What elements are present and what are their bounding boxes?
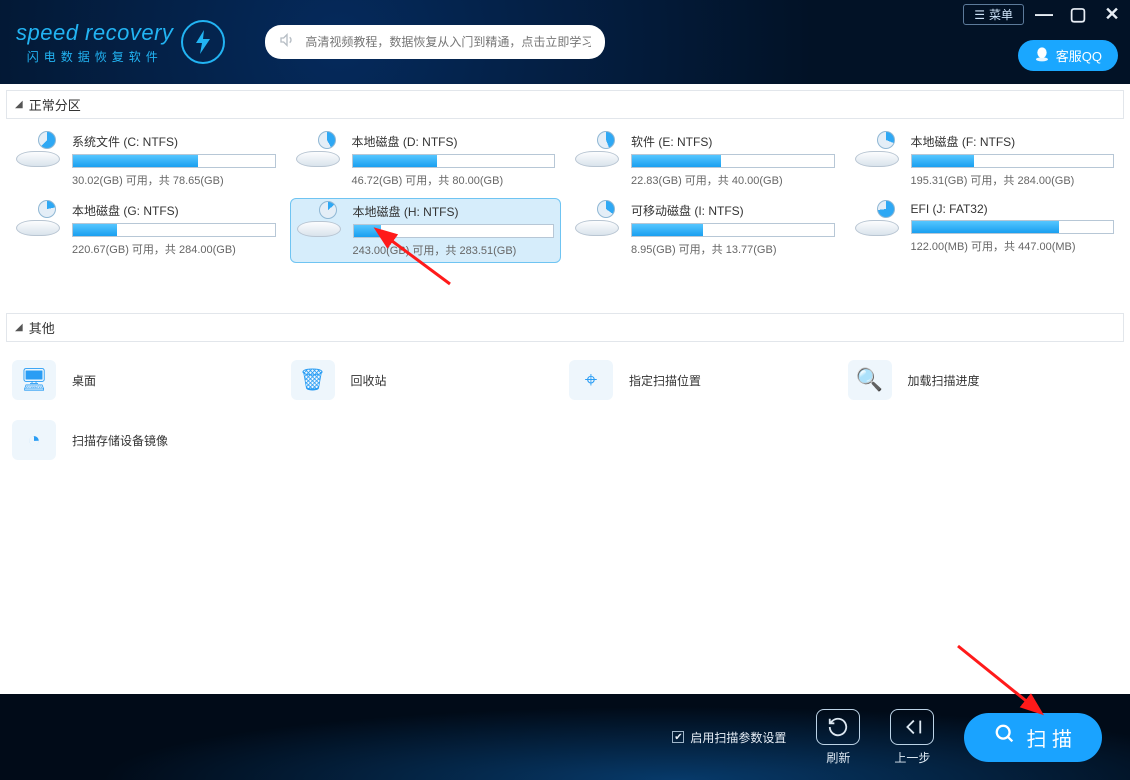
image-scan-icon: ◔: [12, 420, 56, 460]
partition-title: 本地磁盘 (D: NTFS): [352, 133, 556, 150]
desktop-icon: 🖥: [12, 360, 56, 400]
usage-bar: [631, 223, 835, 237]
partition-stats: 46.72(GB) 可用，共 80.00(GB): [352, 172, 556, 188]
tutorial-banner[interactable]: [265, 25, 605, 59]
other-label: 指定扫描位置: [629, 372, 701, 389]
trash-icon: 🗑: [291, 360, 335, 400]
partition-stats: 122.00(MB) 可用，共 447.00(MB): [911, 238, 1115, 254]
partition-item[interactable]: 系统文件 (C: NTFS) 30.02(GB) 可用，共 78.65(GB): [10, 129, 282, 192]
partition-title: 本地磁盘 (F: NTFS): [911, 133, 1115, 150]
minimize-button[interactable]: —: [1030, 4, 1058, 25]
back-button[interactable]: 上一步: [890, 709, 934, 766]
refresh-button[interactable]: 刷新: [816, 709, 860, 766]
collapse-icon: ◢: [15, 99, 23, 110]
partition-title: 可移动磁盘 (I: NTFS): [631, 202, 835, 219]
drive-icon: [16, 206, 62, 236]
search-icon: [994, 723, 1016, 751]
usage-bar: [353, 224, 555, 238]
partition-title: 本地磁盘 (G: NTFS): [72, 202, 276, 219]
partition-stats: 220.67(GB) 可用，共 284.00(GB): [72, 241, 276, 257]
usage-bar: [72, 223, 276, 237]
usage-bar: [911, 154, 1115, 168]
load-icon: 🔍: [848, 360, 892, 400]
partition-item[interactable]: 可移动磁盘 (I: NTFS) 8.95(GB) 可用，共 13.77(GB): [569, 198, 841, 263]
checkbox-icon: ✔: [672, 731, 684, 743]
close-button[interactable]: ✕: [1098, 4, 1126, 25]
other-grid: 🖥 桌面🗑 回收站⌖ 指定扫描位置🔍 加载扫描进度◔ 扫描存储设备镜像: [6, 342, 1124, 478]
partition-item[interactable]: 软件 (E: NTFS) 22.83(GB) 可用，共 40.00(GB): [569, 129, 841, 192]
logo-subtitle: 闪电数据恢复软件: [16, 48, 173, 65]
partition-title: EFI (J: FAT32): [911, 202, 1115, 216]
other-label: 回收站: [351, 372, 387, 389]
partition-stats: 195.31(GB) 可用，共 284.00(GB): [911, 172, 1115, 188]
tutorial-text[interactable]: [305, 35, 591, 49]
collapse-icon: ◢: [15, 322, 23, 333]
target-icon: ⌖: [569, 360, 613, 400]
partition-item[interactable]: EFI (J: FAT32) 122.00(MB) 可用，共 447.00(MB…: [849, 198, 1121, 263]
menu-button[interactable]: ☰ 菜单: [963, 4, 1024, 25]
speaker-icon: [279, 32, 295, 53]
scan-button[interactable]: 扫 描: [964, 713, 1102, 762]
partition-stats: 22.83(GB) 可用，共 40.00(GB): [631, 172, 835, 188]
refresh-icon: [816, 709, 860, 745]
usage-bar: [352, 154, 556, 168]
partition-stats: 30.02(GB) 可用，共 78.65(GB): [72, 172, 276, 188]
partition-title: 本地磁盘 (H: NTFS): [353, 203, 555, 220]
drive-icon: [575, 206, 621, 236]
other-title: 其他: [29, 318, 55, 337]
partition-stats: 8.95(GB) 可用，共 13.77(GB): [631, 241, 835, 257]
other-item[interactable]: ◔ 扫描存储设备镜像: [12, 420, 283, 460]
other-item[interactable]: 🖥 桌面: [12, 360, 283, 400]
drive-icon: [575, 137, 621, 167]
hamburger-icon: ☰: [974, 8, 985, 22]
drive-icon: [855, 206, 901, 236]
drive-icon: [16, 137, 62, 167]
app-header: speed recovery 闪电数据恢复软件 ☰ 菜单 — ▢ ✕ 客服QQ: [0, 0, 1130, 84]
logo: speed recovery 闪电数据恢复软件: [16, 20, 225, 65]
drive-icon: [297, 207, 343, 237]
partition-grid: 系统文件 (C: NTFS) 30.02(GB) 可用，共 78.65(GB) …: [6, 119, 1124, 273]
usage-bar: [631, 154, 835, 168]
logo-title: speed recovery: [16, 20, 173, 46]
partition-stats: 243.00(GB) 可用，共 283.51(GB): [353, 242, 555, 258]
usage-bar: [72, 154, 276, 168]
other-item[interactable]: 🔍 加载扫描进度: [848, 360, 1119, 400]
usage-bar: [911, 220, 1115, 234]
other-label: 扫描存储设备镜像: [72, 432, 168, 449]
customer-service-button[interactable]: 客服QQ: [1018, 40, 1118, 71]
other-item[interactable]: 🗑 回收站: [291, 360, 562, 400]
bolt-icon: [181, 20, 225, 64]
enable-scan-params-checkbox[interactable]: ✔ 启用扫描参数设置: [672, 729, 786, 746]
footer: ✔ 启用扫描参数设置 刷新 上一步 扫 描: [0, 694, 1130, 780]
partition-item[interactable]: 本地磁盘 (D: NTFS) 46.72(GB) 可用，共 80.00(GB): [290, 129, 562, 192]
drive-icon: [855, 137, 901, 167]
drive-icon: [296, 137, 342, 167]
partition-item[interactable]: 本地磁盘 (F: NTFS) 195.31(GB) 可用，共 284.00(GB…: [849, 129, 1121, 192]
partition-title: 软件 (E: NTFS): [631, 133, 835, 150]
other-section-header[interactable]: ◢ 其他: [6, 313, 1124, 342]
partitions-title: 正常分区: [29, 95, 81, 114]
partition-item[interactable]: 本地磁盘 (H: NTFS) 243.00(GB) 可用，共 283.51(GB…: [290, 198, 562, 263]
back-icon: [890, 709, 934, 745]
partition-title: 系统文件 (C: NTFS): [72, 133, 276, 150]
qq-icon: [1034, 46, 1050, 65]
maximize-button[interactable]: ▢: [1064, 4, 1092, 25]
other-label: 桌面: [72, 372, 96, 389]
other-label: 加载扫描进度: [908, 372, 980, 389]
partitions-section-header[interactable]: ◢ 正常分区: [6, 90, 1124, 119]
main-content: ◢ 正常分区 系统文件 (C: NTFS) 30.02(GB) 可用，共 78.…: [0, 84, 1130, 694]
other-item[interactable]: ⌖ 指定扫描位置: [569, 360, 840, 400]
partition-item[interactable]: 本地磁盘 (G: NTFS) 220.67(GB) 可用，共 284.00(GB…: [10, 198, 282, 263]
